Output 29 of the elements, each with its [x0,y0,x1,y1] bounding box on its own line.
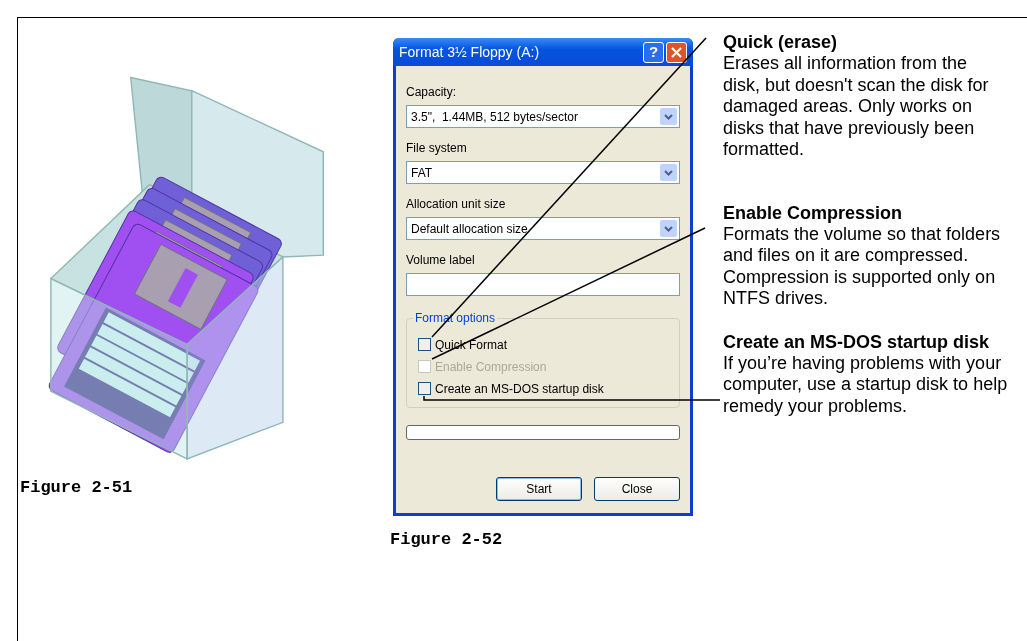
help-button[interactable]: ? [643,41,664,63]
close-button[interactable] [666,41,687,63]
chevron-down-icon [660,108,677,125]
chevron-down-icon [660,164,677,181]
checkbox[interactable] [418,338,431,351]
window-title: Format 3½ Floppy (A:) [399,42,541,62]
figure-caption: Figure 2-52 [390,530,503,550]
field-label: Allocation unit size [406,196,506,212]
checkbox-label: Create an MS-DOS startup disk [435,381,604,396]
dialog-button[interactable]: Close [594,477,680,501]
field-label: Capacity: [406,84,457,100]
note-heading: Create an MS-DOS startup disk [723,331,991,353]
note-text: If you’re having problems with your computer, use a startup disk to help remedy your problems. [723,352,1009,417]
dropdown-field[interactable]: 3.5", 1.44MB, 512 bytes/sector [406,105,680,128]
dropdown-field[interactable]: Default allocation size [406,217,680,240]
close-icon [671,46,682,58]
dropdown-field[interactable]: FAT [406,161,680,184]
chevron-down-icon [660,220,677,237]
dialog-button[interactable]: Start [496,477,582,501]
note-text: Erases all information from the disk, but doesn't scan the disk for damaged areas. Only works on disks that have previously been formatted. [723,53,990,161]
note-heading: Quick (erase) [723,32,839,53]
figure-caption: Figure 2-51 [20,478,133,498]
field-label: Volume label [406,252,475,268]
note-heading: Enable Compression [723,202,904,224]
note-text: Formats the volume so that folders and files on it are compressed. Compression is supported only on NTFS drives. [723,223,1002,310]
input-field[interactable] [406,273,680,296]
field-label: File system [406,140,467,156]
checkbox-label: Enable Compression [435,359,547,374]
checkbox[interactable] [418,382,431,395]
